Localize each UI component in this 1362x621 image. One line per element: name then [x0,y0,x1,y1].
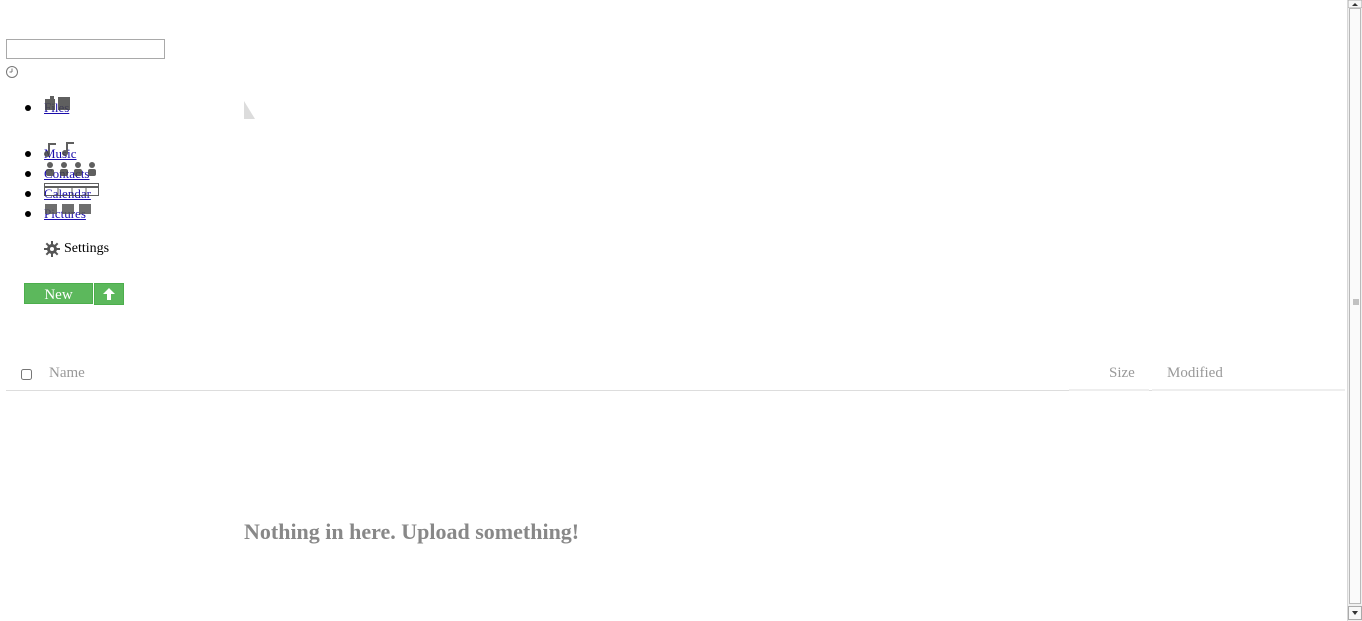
upload-button[interactable] [94,283,124,305]
scrollbar-thumb[interactable] [1349,8,1361,604]
column-name[interactable]: Name [49,365,85,382]
file-list-header: Name Size Modified [6,360,1345,391]
nav-item-calendar[interactable]: Calendar [24,183,99,204]
nav-link-pictures[interactable]: Pictures [44,204,91,224]
settings-label: Settings [64,241,110,256]
column-divider [1152,389,1345,391]
nav-label-contacts: Contacts [44,166,90,181]
settings-button[interactable]: Settings [44,241,109,257]
clock-icon [6,66,18,78]
nav-link-contacts[interactable]: Contacts [44,162,96,184]
scroll-grip-icon [1353,299,1359,305]
new-button[interactable]: New [24,283,93,304]
nav-label-pictures: Pictures [44,206,86,221]
nav-link-music[interactable]: Music [44,142,77,164]
nav-item-pictures[interactable]: Pictures [24,204,91,224]
select-all-checkbox[interactable] [21,369,32,380]
corner-triangle-icon [244,101,255,119]
column-divider [1069,389,1149,391]
scroll-up-arrow-icon[interactable] [1348,0,1362,8]
nav-label-music: Music [44,146,77,161]
vertical-scrollbar[interactable] [1347,0,1362,621]
nav-label-files: Files [44,100,70,115]
gear-icon [44,241,60,257]
empty-folder-message: Nothing in here. Upload something! [244,519,580,544]
nav-link-files[interactable]: Files [44,96,70,118]
nav-item-contacts[interactable]: Contacts [24,162,96,184]
nav-item-music[interactable]: Music [24,142,91,164]
column-size[interactable]: Size [1109,365,1135,382]
upload-arrow-icon [103,288,115,300]
nav-label-calendar: Calendar [44,186,91,201]
column-modified[interactable]: Modified [1167,365,1223,382]
search-input[interactable] [6,39,165,59]
nav-item-files[interactable]: Files [24,96,91,118]
nav-link-calendar[interactable]: Calendar [44,183,99,204]
app-navigation: Files Music Contacts Calendar Pictures [24,96,99,224]
scroll-down-arrow-icon[interactable] [1348,606,1362,620]
